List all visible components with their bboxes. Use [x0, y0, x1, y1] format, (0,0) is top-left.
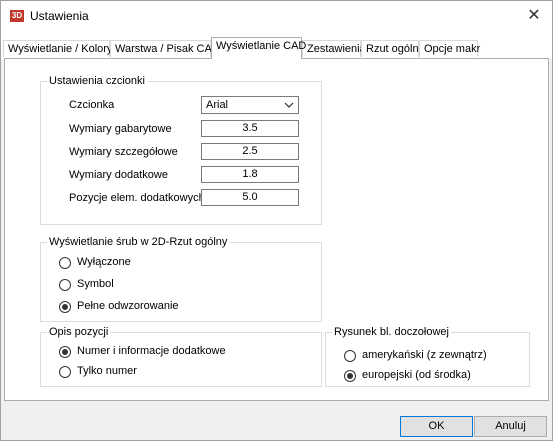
position-description-legend: Opis pozycji — [47, 326, 111, 338]
drawing-european-label[interactable]: europejski (od środka) — [362, 369, 471, 381]
screw-off-label[interactable]: Wyłączone — [77, 256, 131, 268]
settings-dialog: 3D Ustawienia ✕ Wyświetlanie / Kolory Wa… — [0, 0, 553, 441]
tab-display-colors[interactable]: Wyświetlanie / Kolory — [3, 40, 112, 57]
tab-schedules[interactable]: Zestawienia — [302, 40, 366, 57]
font-settings-group: Ustawienia czcionki Czcionka Arial Wymia… — [40, 75, 322, 225]
cancel-button[interactable]: Anuluj — [474, 416, 547, 437]
close-icon[interactable]: ✕ — [524, 6, 544, 26]
drawing-american-label[interactable]: amerykański (z zewnątrz) — [362, 349, 487, 361]
font-select-value: Arial — [206, 99, 229, 111]
screw-symbol-label[interactable]: Symbol — [77, 278, 114, 290]
font-settings-legend: Ustawienia czcionki — [47, 75, 147, 87]
screw-display-legend: Wyświetlanie śrub w 2D-Rzut ogólny — [47, 236, 230, 248]
overall-dims-input[interactable]: 3.5 — [201, 120, 299, 137]
screw-display-group: Wyświetlanie śrub w 2D-Rzut ogólny Wyłąc… — [40, 236, 322, 322]
extra-dims-label: Wymiary dodatkowe — [69, 169, 168, 181]
tab-page-display-cad: Ustawienia czcionki Czcionka Arial Wymia… — [4, 58, 549, 401]
overall-dims-label: Wymiary gabarytowe — [69, 123, 172, 135]
chevron-down-icon — [284, 102, 294, 108]
position-number-label[interactable]: Tylko numer — [77, 365, 137, 377]
drawing-european-radio[interactable] — [344, 370, 356, 382]
screw-off-radio[interactable] — [59, 257, 71, 269]
title-bar: 3D Ustawienia ✕ — [1, 1, 552, 31]
detail-dims-label: Wymiary szczegółowe — [69, 146, 178, 158]
ok-button[interactable]: OK — [400, 416, 473, 437]
screw-full-label[interactable]: Pełne odwzorowanie — [77, 300, 179, 312]
screw-symbol-radio[interactable] — [59, 279, 71, 291]
drawing-american-radio[interactable] — [344, 350, 356, 362]
tab-macro-options[interactable]: Opcje makr — [419, 40, 480, 57]
screw-full-radio[interactable] — [59, 301, 71, 313]
position-number-radio[interactable] — [59, 366, 71, 378]
position-description-group: Opis pozycji Numer i informacje dodatkow… — [40, 326, 322, 387]
position-full-radio[interactable] — [59, 346, 71, 358]
extra-dims-input[interactable]: 1.8 — [201, 166, 299, 183]
extra-item-positions-label: Pozycje elem. dodatkowych — [69, 192, 205, 204]
font-label: Czcionka — [69, 99, 115, 111]
tab-general-plan[interactable]: Rzut ogólny — [361, 40, 424, 57]
detail-dims-input[interactable]: 2.5 — [201, 143, 299, 160]
window-title: Ustawienia — [30, 9, 89, 23]
tab-strip: Wyświetlanie / Kolory Warstwa / Pisak CA… — [1, 31, 552, 59]
tab-display-cad[interactable]: Wyświetlanie CAD — [211, 37, 306, 59]
end-plate-drawing-legend: Rysunek bl. doczołowej — [332, 326, 451, 338]
extra-item-positions-input[interactable]: 5.0 — [201, 189, 299, 206]
tab-layer-pen-cad[interactable]: Warstwa / Pisak CAD — [110, 40, 220, 57]
font-select[interactable]: Arial — [201, 96, 299, 114]
end-plate-drawing-group: Rysunek bl. doczołowej amerykański (z ze… — [325, 326, 530, 387]
app-logo-icon: 3D — [10, 10, 24, 22]
position-full-label[interactable]: Numer i informacje dodatkowe — [77, 345, 226, 357]
